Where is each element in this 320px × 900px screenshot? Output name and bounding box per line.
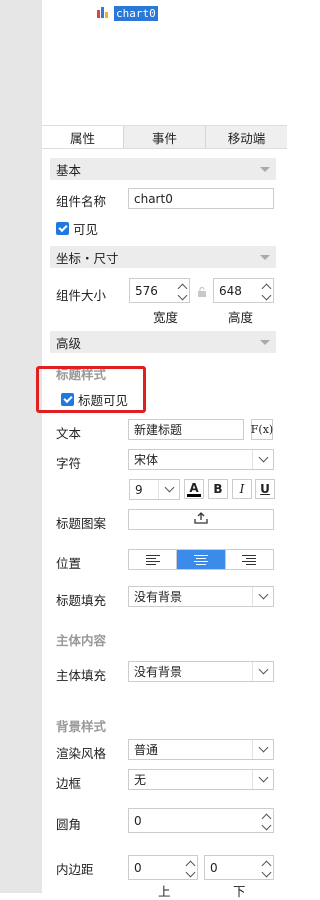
- tab-events[interactable]: 事件: [124, 126, 206, 148]
- highlight-box: [36, 366, 146, 413]
- title-fill-value: 没有背景: [134, 590, 183, 604]
- bold-button[interactable]: B: [208, 479, 228, 499]
- title-align-group: [128, 549, 274, 570]
- font-value: 宋体: [134, 453, 159, 467]
- visible-label: 可见: [73, 222, 99, 237]
- radius-stepper[interactable]: 0: [128, 808, 274, 833]
- section-basic-title: 基本: [56, 162, 82, 178]
- title-text-label: 文本: [56, 426, 82, 441]
- chevron-down-icon: [258, 589, 268, 600]
- height-stepper[interactable]: 648: [213, 278, 274, 303]
- width-value: 576: [135, 283, 158, 298]
- align-left-icon: [145, 554, 160, 565]
- border-value: 无: [134, 773, 147, 787]
- font-select[interactable]: 宋体: [128, 449, 274, 470]
- align-left-button[interactable]: [129, 550, 178, 569]
- title-fill-label: 标题填充: [56, 593, 107, 608]
- decrement-icon[interactable]: [261, 820, 271, 831]
- decrement-icon[interactable]: [261, 290, 271, 301]
- section-position-size[interactable]: 坐标・尺寸: [50, 246, 276, 268]
- component-name-label: 组件名称: [56, 194, 107, 209]
- render-style-select[interactable]: 普通: [128, 739, 274, 760]
- border-label: 边框: [56, 776, 82, 791]
- italic-button[interactable]: I: [232, 479, 252, 499]
- chevron-down-icon: [258, 772, 268, 783]
- chart-icon: [96, 5, 110, 22]
- decrement-icon[interactable]: [261, 867, 271, 878]
- padding-bottom-stepper[interactable]: 0: [204, 855, 274, 880]
- width-stepper[interactable]: 576: [129, 278, 190, 303]
- body-fill-value: 没有背景: [134, 665, 183, 679]
- align-right-icon: [242, 554, 257, 565]
- border-select[interactable]: 无: [128, 769, 274, 790]
- font-color-icon: A: [189, 480, 199, 495]
- chevron-down-icon: [258, 742, 268, 753]
- formula-button[interactable]: F(x): [251, 419, 273, 440]
- left-gutter: [0, 0, 42, 893]
- section-basic[interactable]: 基本: [50, 158, 276, 180]
- radius-value: 0: [134, 813, 142, 828]
- font-label: 字符: [56, 456, 82, 471]
- render-style-value: 普通: [134, 743, 159, 757]
- collapse-caret-icon: [260, 166, 270, 172]
- visible-check-icon: [56, 222, 69, 235]
- padding-top-stepper[interactable]: 0: [128, 855, 198, 880]
- decrement-icon[interactable]: [185, 867, 195, 878]
- component-name-input[interactable]: chart0: [128, 188, 274, 209]
- height-value: 648: [219, 283, 242, 298]
- chevron-down-icon: [164, 482, 174, 493]
- padding-top-caption: 上: [158, 884, 171, 899]
- body-content-group-label: 主体内容: [56, 633, 107, 648]
- chevron-down-icon: [258, 452, 268, 463]
- tab-properties[interactable]: 属性: [42, 126, 124, 148]
- title-pattern-label: 标题图案: [56, 516, 107, 531]
- radius-label: 圆角: [56, 817, 82, 832]
- chevron-down-icon: [258, 664, 268, 675]
- align-center-icon: [193, 554, 208, 565]
- padding-bottom-caption: 下: [233, 884, 246, 899]
- padding-top-value: 0: [134, 860, 142, 875]
- title-fill-select[interactable]: 没有背景: [128, 586, 274, 607]
- section-position-size-title: 坐标・尺寸: [56, 250, 119, 266]
- background-style-group-label: 背景样式: [56, 719, 107, 734]
- underline-button[interactable]: U: [255, 479, 275, 499]
- body-fill-select[interactable]: 没有背景: [128, 661, 274, 682]
- body-fill-label: 主体填充: [56, 668, 107, 683]
- font-color-button[interactable]: A: [184, 479, 204, 499]
- tree-node-label: chart0: [114, 5, 158, 21]
- decrement-icon[interactable]: [177, 290, 187, 301]
- panel-tabs: 属性 事件 移动端: [42, 125, 287, 149]
- font-size-value: 9: [135, 482, 143, 497]
- aspect-lock-icon[interactable]: [197, 286, 207, 297]
- visible-checkbox[interactable]: 可见: [56, 219, 98, 238]
- position-label: 位置: [56, 556, 82, 571]
- component-tree-node[interactable]: chart0: [96, 4, 158, 22]
- title-pattern-upload-button[interactable]: [128, 509, 274, 530]
- section-advanced-title: 高级: [56, 335, 82, 351]
- font-size-select[interactable]: 9: [129, 479, 180, 500]
- collapse-caret-icon: [260, 339, 270, 345]
- component-size-label: 组件大小: [56, 288, 107, 303]
- align-center-button[interactable]: [177, 550, 226, 569]
- padding-bottom-value: 0: [210, 860, 218, 875]
- height-caption: 高度: [228, 310, 254, 325]
- render-style-label: 渲染风格: [56, 746, 107, 761]
- section-advanced[interactable]: 高级: [50, 331, 276, 353]
- align-right-button[interactable]: [226, 550, 273, 569]
- collapse-caret-icon: [260, 254, 270, 260]
- width-caption: 宽度: [153, 310, 179, 325]
- tab-mobile[interactable]: 移动端: [206, 126, 287, 148]
- title-text-input[interactable]: 新建标题: [128, 419, 244, 440]
- upload-icon: [194, 512, 208, 527]
- padding-label: 内边距: [56, 862, 94, 877]
